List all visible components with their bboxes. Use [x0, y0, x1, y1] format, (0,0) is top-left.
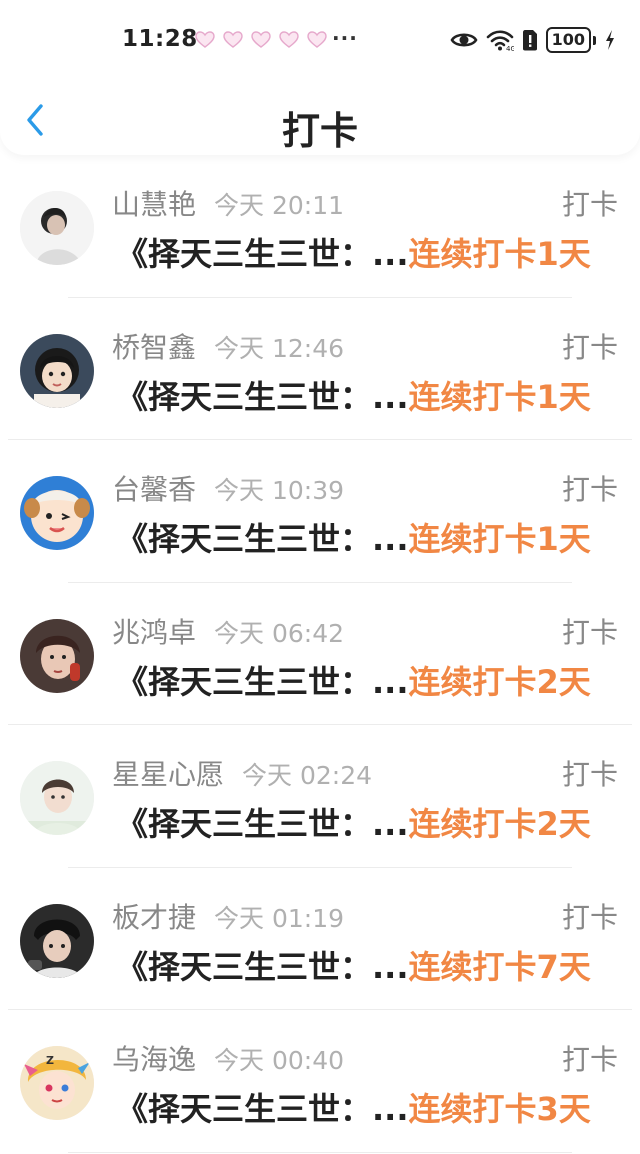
username[interactable]: 台馨香 — [112, 468, 196, 508]
sim-alert-icon — [522, 30, 537, 51]
avatar-image — [20, 333, 94, 408]
timestamp: 今天 20:11 — [214, 191, 345, 220]
entry-meta: 桥智鑫 今天 12:46 — [112, 326, 344, 366]
avatar[interactable] — [20, 618, 94, 693]
divider — [68, 1151, 572, 1153]
book-title[interactable]: 《择天三生三世：... — [116, 799, 408, 845]
checkin-list: 山慧艳 今天 20:11 打卡 《择天三生三世：... 连续打卡1天 桥智鑫 今… — [0, 155, 640, 1153]
list-item[interactable]: Z 乌海逸 今天 00:40 打卡 《择天三生三世：... 连续打卡3天 — [0, 1010, 640, 1153]
avatar-image — [20, 903, 94, 978]
avatar-image — [20, 618, 94, 693]
streak-label: 连续打卡2天 — [408, 805, 591, 843]
avatar-image — [20, 476, 94, 550]
page-header: 打卡 — [0, 88, 640, 158]
heart-icon — [279, 31, 299, 48]
entry-content: 《择天三生三世：... 连续打卡1天 — [116, 229, 620, 275]
entry-content: 《择天三生三世：... 连续打卡3天 — [116, 1084, 620, 1130]
avatar[interactable] — [20, 761, 94, 835]
battery-level: 100 — [545, 27, 591, 53]
action-label: 打卡 — [561, 330, 618, 364]
entry-content: 《择天三生三世：... 连续打卡1天 — [116, 372, 620, 418]
heart-icon — [251, 31, 271, 48]
entry-content: 《择天三生三世：... 连续打卡2天 — [116, 657, 620, 703]
heart-icon — [195, 31, 215, 48]
timestamp: 今天 06:42 — [214, 618, 345, 648]
page-title: 打卡 — [281, 109, 358, 153]
list-item[interactable]: 兆鸿卓 今天 06:42 打卡 《择天三生三世：... 连续打卡2天 — [0, 583, 640, 725]
list-item[interactable]: 山慧艳 今天 20:11 打卡 《择天三生三世：... 连续打卡1天 — [0, 155, 640, 298]
svg-text:4G: 4G — [506, 45, 514, 51]
timestamp: 今天 02:24 — [242, 761, 373, 790]
battery-tip — [593, 35, 596, 45]
action-label: 打卡 — [561, 758, 618, 791]
avatar-image — [20, 191, 94, 265]
status-bar: 11:28 ··· 4G 100 — [0, 0, 640, 82]
avatar[interactable] — [20, 333, 94, 408]
action-label: 打卡 — [561, 900, 618, 934]
wifi-icon: 4G — [486, 30, 514, 51]
entry-meta: 兆鸿卓 今天 06:42 — [112, 611, 344, 651]
eye-icon — [450, 33, 478, 47]
streak-label: 连续打卡3天 — [408, 1090, 591, 1128]
action-label: 打卡 — [561, 615, 618, 649]
list-item[interactable]: 板才捷 今天 01:19 打卡 《择天三生三世：... 连续打卡7天 — [0, 868, 640, 1010]
list-item[interactable]: 桥智鑫 今天 12:46 打卡 《择天三生三世：... 连续打卡1天 — [0, 298, 640, 440]
heart-icon — [307, 31, 327, 48]
charging-icon — [606, 30, 614, 50]
battery-indicator: 100 — [545, 27, 596, 53]
streak-label: 连续打卡1天 — [408, 377, 591, 416]
streak-label: 连续打卡1天 — [408, 235, 591, 273]
entry-meta: 板才捷 今天 01:19 — [112, 896, 344, 936]
avatar[interactable] — [20, 191, 94, 265]
list-item[interactable]: 台馨香 今天 10:39 打卡 《择天三生三世：... 连续打卡1天 — [0, 440, 640, 583]
book-title[interactable]: 《择天三生三世：... — [116, 514, 408, 560]
avatar-image: Z — [20, 1046, 94, 1120]
avatar[interactable] — [20, 476, 94, 550]
streak-label: 连续打卡2天 — [408, 662, 591, 701]
book-title[interactable]: 《择天三生三世：... — [116, 657, 408, 703]
streak-label: 连续打卡7天 — [408, 947, 591, 986]
entry-meta: 星星心愿 今天 02:24 — [112, 753, 372, 793]
system-icons: 4G 100 — [450, 27, 616, 53]
book-title[interactable]: 《择天三生三世：... — [116, 229, 408, 275]
username[interactable]: 星星心愿 — [112, 753, 224, 793]
entry-content: 《择天三生三世：... 连续打卡2天 — [116, 799, 620, 845]
top-bar: 11:28 ··· 4G 100 打卡 — [0, 0, 640, 155]
username[interactable]: 乌海逸 — [112, 1038, 196, 1078]
book-title[interactable]: 《择天三生三世：... — [116, 372, 408, 418]
entry-meta: 乌海逸 今天 00:40 — [112, 1038, 344, 1078]
action-label: 打卡 — [561, 188, 618, 221]
username[interactable]: 兆鸿卓 — [112, 611, 196, 651]
entry-content: 《择天三生三世：... 连续打卡1天 — [116, 514, 620, 560]
status-time: 11:28 — [122, 26, 198, 52]
list-item[interactable]: 星星心愿 今天 02:24 打卡 《择天三生三世：... 连续打卡2天 — [0, 725, 640, 868]
username[interactable]: 板才捷 — [112, 896, 196, 936]
timestamp: 今天 10:39 — [214, 476, 345, 505]
streak-label: 连续打卡1天 — [408, 520, 591, 558]
avatar-image — [20, 761, 94, 835]
entry-content: 《择天三生三世：... 连续打卡7天 — [116, 942, 620, 988]
avatar[interactable] — [20, 903, 94, 978]
entry-meta: 台馨香 今天 10:39 — [112, 468, 344, 508]
heart-icon — [223, 31, 243, 48]
username[interactable]: 桥智鑫 — [112, 326, 196, 366]
timestamp: 今天 01:19 — [214, 903, 345, 933]
notification-icons — [194, 30, 328, 50]
book-title[interactable]: 《择天三生三世：... — [116, 942, 408, 988]
timestamp: 今天 00:40 — [214, 1046, 345, 1075]
timestamp: 今天 12:46 — [214, 333, 345, 363]
action-label: 打卡 — [561, 473, 618, 506]
avatar[interactable]: Z — [20, 1046, 94, 1120]
book-title[interactable]: 《择天三生三世：... — [116, 1084, 408, 1130]
svg-text:Z: Z — [46, 1054, 54, 1067]
entry-meta: 山慧艳 今天 20:11 — [112, 183, 344, 223]
username[interactable]: 山慧艳 — [112, 183, 196, 223]
more-notifications-icon: ··· — [332, 26, 358, 50]
action-label: 打卡 — [561, 1043, 618, 1076]
